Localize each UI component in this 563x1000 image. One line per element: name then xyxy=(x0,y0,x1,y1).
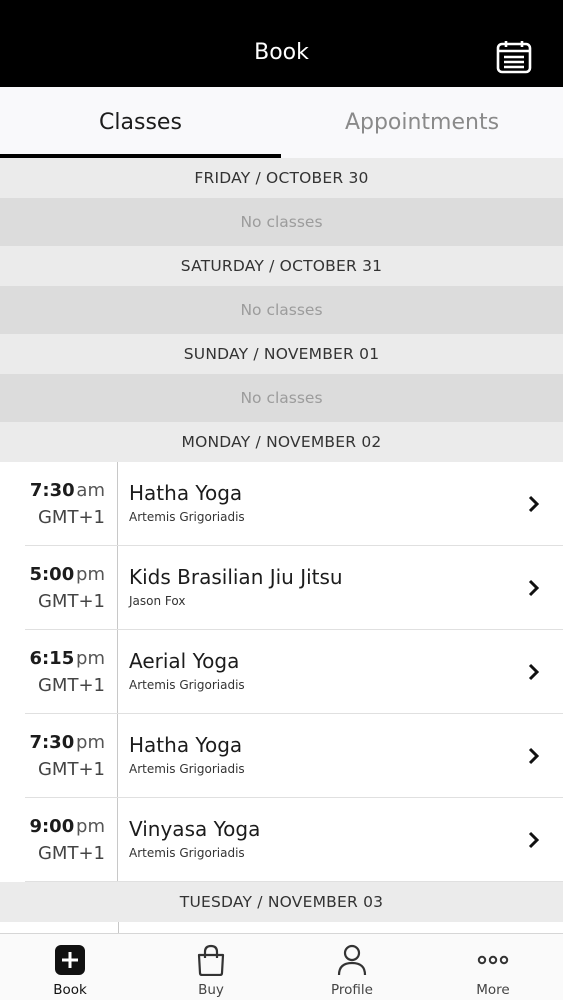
instructor-name: Jason Fox xyxy=(129,594,186,608)
class-time: 5:00 pm GMT+1 xyxy=(0,546,118,630)
no-classes-message: No classes xyxy=(0,286,563,334)
class-time: 6:15 pm GMT+1 xyxy=(0,630,118,714)
page-title: Book xyxy=(254,40,309,65)
tabbar-item-buy[interactable]: Buy xyxy=(141,934,281,1000)
tabbar-item-book[interactable]: Book xyxy=(0,934,140,1000)
class-name: Kids Brasilian Jiu Jitsu xyxy=(129,565,343,589)
timezone: GMT+1 xyxy=(37,843,105,864)
tabbar-label: More xyxy=(476,982,510,998)
day-header: FRIDAY / OCTOBER 30 xyxy=(0,158,563,198)
no-classes-message: No classes xyxy=(0,374,563,422)
start-time: 5:00 xyxy=(29,564,75,585)
chevron-right-icon xyxy=(528,579,540,597)
class-name: Vinyasa Yoga xyxy=(129,817,261,841)
day-header: SATURDAY / OCTOBER 31 xyxy=(0,246,563,286)
plus-square-icon xyxy=(55,945,85,975)
instructor-name: Artemis Grigoriadis xyxy=(129,846,245,860)
ampm: pm xyxy=(76,564,105,585)
instructor-name: Artemis Grigoriadis xyxy=(129,510,245,524)
start-time: 7:30 xyxy=(29,732,75,753)
class-row[interactable]: 7:30 am GMT+1 Hatha Yoga Artemis Grigori… xyxy=(0,462,563,546)
day-header: SUNDAY / NOVEMBER 01 xyxy=(0,334,563,374)
start-time: 6:15 xyxy=(29,648,75,669)
ampm: pm xyxy=(76,732,105,753)
class-row[interactable]: 7:30 pm GMT+1 Hatha Yoga Artemis Grigori… xyxy=(0,714,563,798)
class-schedule-list[interactable]: FRIDAY / OCTOBER 30 No classes SATURDAY … xyxy=(0,158,563,933)
day-header: TUESDAY / NOVEMBER 03 xyxy=(0,882,563,922)
chevron-right-icon xyxy=(528,495,540,513)
app-header: Book xyxy=(0,0,563,87)
chevron-right-icon xyxy=(528,747,540,765)
chevron-right-icon xyxy=(528,831,540,849)
class-name: Hatha Yoga xyxy=(129,481,243,505)
ampm: pm xyxy=(76,648,105,669)
segment-tabs: Classes Appointments xyxy=(0,87,563,158)
tabbar-item-more[interactable]: More xyxy=(423,934,563,1000)
instructor-name: Artemis Grigoriadis xyxy=(129,762,245,776)
more-dots-icon xyxy=(477,955,509,965)
person-icon xyxy=(337,944,367,976)
no-classes-message: No classes xyxy=(0,198,563,246)
class-time: 7:30 am GMT+1 xyxy=(0,462,118,546)
tab-classes[interactable]: Classes xyxy=(0,87,281,158)
start-time: 9:00 xyxy=(29,816,75,837)
class-name: Aerial Yoga xyxy=(129,649,240,673)
tab-appointments[interactable]: Appointments xyxy=(281,87,563,158)
tabbar-label: Book xyxy=(53,982,87,998)
class-row[interactable]: 9:00 pm GMT+1 Vinyasa Yoga Artemis Grigo… xyxy=(0,798,563,882)
class-time: 9:00 pm GMT+1 xyxy=(0,798,118,882)
class-name: Hatha Yoga xyxy=(129,733,243,757)
timezone: GMT+1 xyxy=(37,675,105,696)
start-time: 7:30 xyxy=(29,480,75,501)
shopping-bag-icon xyxy=(197,944,225,976)
ampm: pm xyxy=(76,816,105,837)
timezone: GMT+1 xyxy=(37,759,105,780)
calendar-list-icon[interactable] xyxy=(496,40,532,74)
class-row[interactable]: 5:00 pm GMT+1 Kids Brasilian Jiu Jitsu J… xyxy=(0,546,563,630)
tabbar-label: Buy xyxy=(198,982,224,998)
chevron-right-icon xyxy=(528,663,540,681)
instructor-name: Artemis Grigoriadis xyxy=(129,678,245,692)
timezone: GMT+1 xyxy=(37,507,105,528)
class-time: 7:30 pm GMT+1 xyxy=(0,714,118,798)
ampm: am xyxy=(76,480,105,501)
timezone: GMT+1 xyxy=(37,591,105,612)
tabbar-item-profile[interactable]: Profile xyxy=(282,934,422,1000)
tabbar-label: Profile xyxy=(331,982,373,998)
day-header: MONDAY / NOVEMBER 02 xyxy=(0,422,563,462)
bottom-tab-bar: Book Buy Profile More xyxy=(0,933,563,1000)
list-continuation xyxy=(0,922,563,933)
class-row[interactable]: 6:15 pm GMT+1 Aerial Yoga Artemis Grigor… xyxy=(0,630,563,714)
